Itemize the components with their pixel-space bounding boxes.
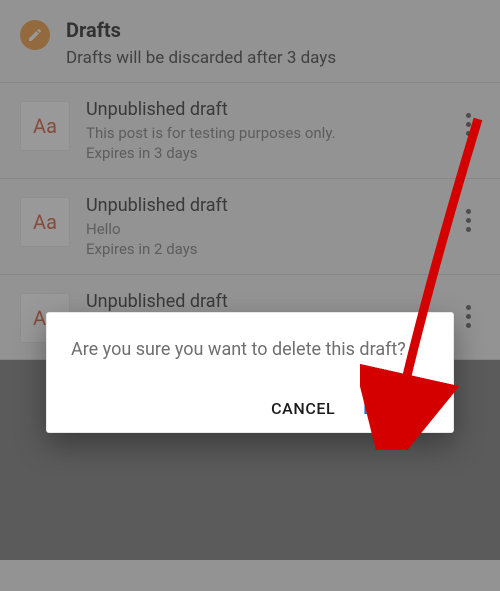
confirm-delete-dialog: Are you sure you want to delete this dra… xyxy=(46,312,454,433)
dialog-message: Are you sure you want to delete this dra… xyxy=(71,337,429,363)
cancel-button[interactable]: CANCEL xyxy=(271,399,335,418)
modal-scrim: Are you sure you want to delete this dra… xyxy=(0,0,500,591)
delete-button[interactable]: DELETE xyxy=(363,399,423,418)
